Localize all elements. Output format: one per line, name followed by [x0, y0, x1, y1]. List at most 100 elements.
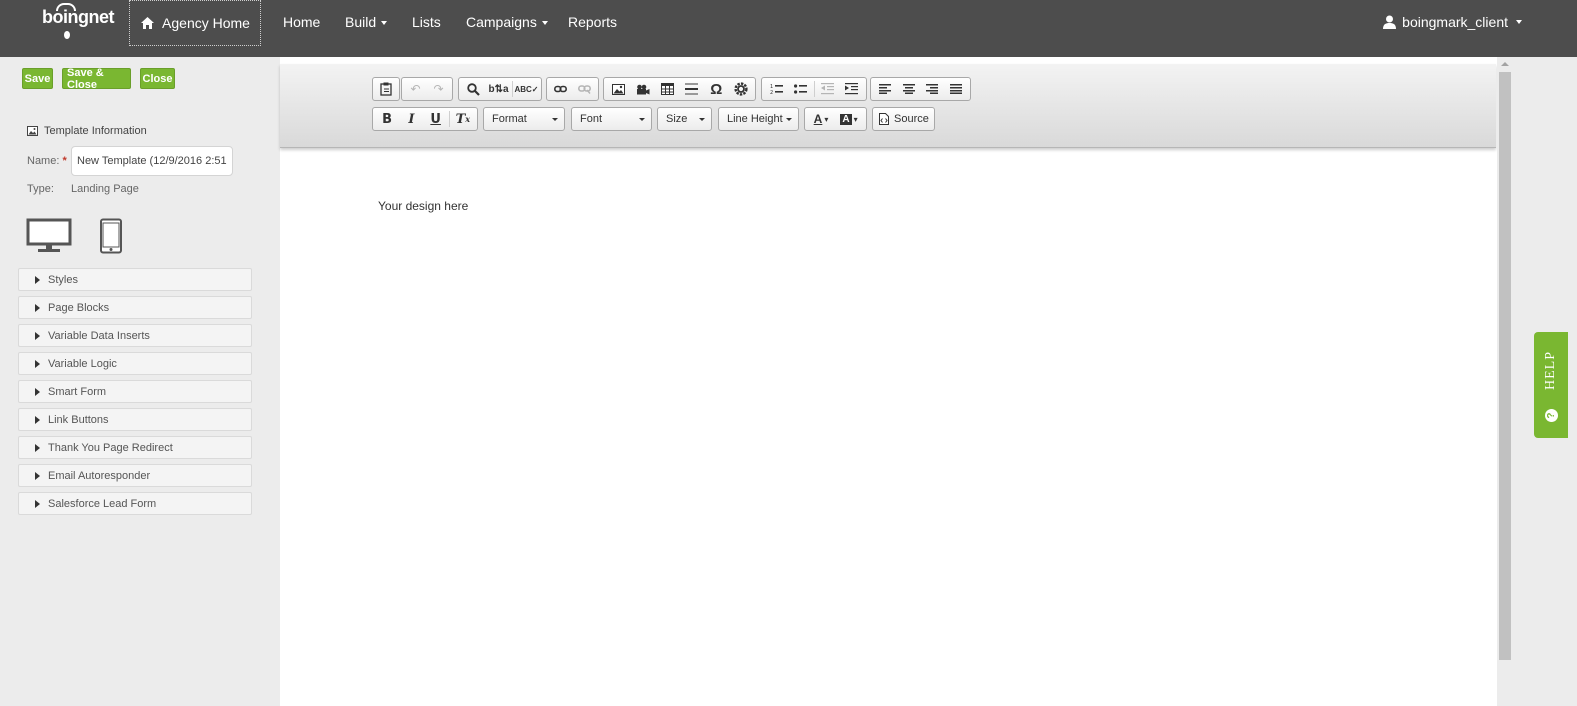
help-label: HELP	[1543, 351, 1558, 390]
accordion-smart-form[interactable]: Smart Form	[18, 380, 252, 403]
logo[interactable]: boingnet	[42, 3, 114, 39]
toolbar-group-find: b⇅a ABC✓	[458, 77, 542, 101]
toolbar-separator	[448, 111, 450, 127]
image-icon[interactable]	[606, 78, 631, 100]
logo-drop	[64, 31, 70, 39]
type-label: Type:	[27, 183, 54, 195]
agency-home-link[interactable]: Agency Home	[129, 0, 261, 46]
caret-right-icon	[35, 387, 40, 396]
spellcheck-icon[interactable]: ABC✓	[514, 78, 539, 100]
user-icon	[1383, 15, 1397, 29]
toolbar-group-insert: Ω	[603, 77, 756, 101]
template-name-input[interactable]: New Template (12/9/2016 2:51	[71, 146, 233, 176]
image-icon	[27, 126, 38, 136]
replace-icon[interactable]: b⇅a	[486, 78, 511, 100]
help-tab[interactable]: HELP ?	[1534, 332, 1568, 438]
background-color-icon[interactable]: A ▾	[835, 108, 863, 130]
user-menu[interactable]: boingmark_client	[1383, 14, 1522, 30]
desktop-icon[interactable]	[26, 218, 72, 253]
nav-lists[interactable]: Lists	[412, 14, 441, 30]
editor-canvas[interactable]	[280, 57, 1497, 706]
nav-reports[interactable]: Reports	[568, 14, 617, 30]
bold-icon[interactable]: B	[375, 108, 399, 130]
chevron-down-icon	[699, 118, 705, 121]
format-dropdown[interactable]: Format	[483, 107, 565, 131]
save-button[interactable]: Save	[22, 68, 53, 89]
link-icon[interactable]	[549, 78, 573, 100]
accordion-email-autoresponder[interactable]: Email Autoresponder	[18, 464, 252, 487]
close-button[interactable]: Close	[140, 68, 175, 89]
accordion-variable-logic[interactable]: Variable Logic	[18, 352, 252, 375]
chevron-down-icon	[786, 118, 792, 121]
toolbar-group-lists: 12	[761, 77, 867, 101]
name-label: Name: *	[27, 155, 67, 167]
source-button[interactable]: Source	[872, 107, 935, 131]
toolbar-separator	[512, 81, 513, 97]
save-close-button[interactable]: Save & Close	[62, 67, 131, 91]
nav-campaigns[interactable]: Campaigns	[466, 14, 548, 30]
unlink-icon[interactable]	[573, 78, 597, 100]
home-icon	[141, 17, 155, 29]
accordion-page-blocks[interactable]: Page Blocks	[18, 296, 252, 319]
design-placeholder[interactable]: Your design here	[378, 199, 468, 213]
accordion-salesforce-lead-form[interactable]: Salesforce Lead Form	[18, 492, 252, 515]
type-value: Landing Page	[71, 183, 139, 195]
align-left-icon[interactable]	[873, 78, 897, 100]
italic-icon[interactable]: I	[399, 108, 423, 130]
caret-right-icon	[35, 359, 40, 368]
toolbar-group-paste	[372, 77, 400, 101]
undo-icon[interactable]: ↶	[404, 78, 427, 100]
video-icon[interactable]	[631, 78, 656, 100]
accordion-link-buttons[interactable]: Link Buttons	[18, 408, 252, 431]
chevron-down-icon	[639, 118, 645, 121]
toolbar-separator	[813, 81, 815, 97]
horizontal-rule-icon[interactable]	[680, 78, 705, 100]
remove-format-icon[interactable]: Tx	[451, 108, 475, 130]
gear-icon[interactable]	[729, 78, 754, 100]
align-justify-icon[interactable]	[944, 78, 968, 100]
underline-icon[interactable]: U	[424, 108, 448, 130]
indent-icon[interactable]	[840, 78, 864, 100]
size-dropdown[interactable]: Size	[657, 107, 712, 131]
accordion-styles[interactable]: Styles	[18, 268, 252, 291]
nav-home[interactable]: Home	[283, 14, 320, 30]
top-navbar: boingnet Agency Home Home Build Lists Ca…	[0, 0, 1577, 57]
caret-right-icon	[35, 303, 40, 312]
special-char-icon[interactable]: Ω	[704, 78, 729, 100]
bullet-list-icon[interactable]	[788, 78, 812, 100]
scroll-up-icon[interactable]	[1501, 62, 1509, 66]
logo-swirl	[56, 3, 76, 11]
numbered-list-icon[interactable]: 12	[764, 78, 788, 100]
line-height-dropdown[interactable]: Line Height	[718, 107, 799, 131]
scrollbar-thumb[interactable]	[1499, 72, 1511, 660]
caret-right-icon	[35, 415, 40, 424]
accordion-thank-you-redirect[interactable]: Thank You Page Redirect	[18, 436, 252, 459]
font-dropdown[interactable]: Font	[571, 107, 652, 131]
caret-right-icon	[35, 499, 40, 508]
redo-icon[interactable]: ↷	[427, 78, 450, 100]
toolbar-group-colors: A ▾ A ▾	[804, 107, 867, 131]
caret-right-icon	[35, 471, 40, 480]
accordion-variable-data-inserts[interactable]: Variable Data Inserts	[18, 324, 252, 347]
align-center-icon[interactable]	[897, 78, 921, 100]
source-icon	[879, 113, 889, 125]
nav-build[interactable]: Build	[345, 14, 388, 30]
toolbar-group-history: ↶ ↷	[401, 77, 453, 101]
toolbar-group-link	[546, 77, 599, 101]
paste-icon[interactable]	[375, 78, 397, 100]
source-label: Source	[894, 113, 929, 125]
table-icon[interactable]	[655, 78, 680, 100]
svg-text:2: 2	[770, 90, 773, 95]
chevron-down-icon	[1516, 20, 1522, 24]
caret-right-icon	[35, 275, 40, 284]
mobile-icon[interactable]	[99, 218, 123, 254]
find-icon[interactable]	[461, 78, 486, 100]
outdent-icon[interactable]	[815, 78, 839, 100]
text-color-icon[interactable]: A ▾	[807, 108, 835, 130]
toolbar-group-basic-styles: B I U Tx	[372, 107, 478, 131]
caret-right-icon	[35, 443, 40, 452]
align-right-icon[interactable]	[921, 78, 945, 100]
user-name: boingmark_client	[1402, 14, 1508, 30]
template-info-heading: Template Information	[27, 125, 147, 137]
chevron-down-icon	[552, 118, 558, 121]
